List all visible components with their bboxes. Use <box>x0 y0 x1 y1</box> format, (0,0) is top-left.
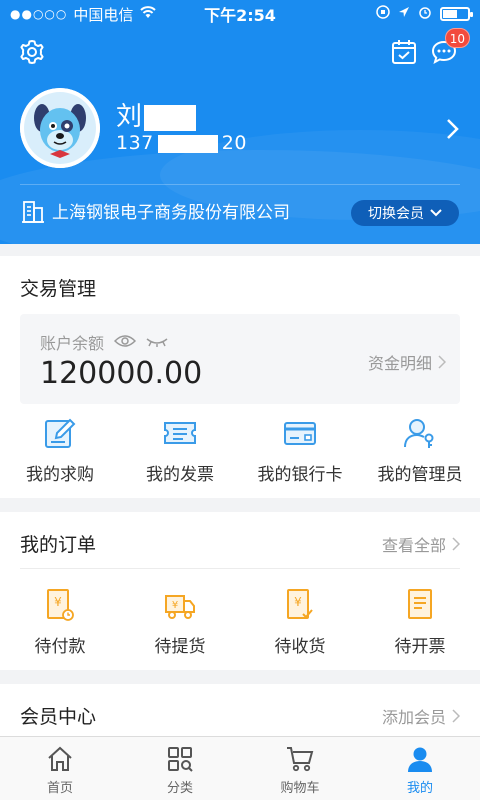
pending-receipt-button[interactable]: ¥ 待收货 <box>240 588 360 657</box>
calendar-check-icon <box>392 40 416 64</box>
switch-member-label: 切换会员 <box>368 206 424 222</box>
tab-cart[interactable]: 购物车 <box>240 737 360 800</box>
dog-avatar-icon <box>20 88 100 168</box>
pay-icon: ¥ <box>47 589 74 621</box>
pending-invoice-button[interactable]: 待开票 <box>360 588 480 657</box>
phone-redaction <box>157 134 218 153</box>
header-divider <box>20 184 460 185</box>
order-status-row: ¥ 待付款 ¥ 待提货 ¥ 待收货 待开票 <box>0 588 480 657</box>
balance-box: 账户余额 120000.00 资金明细 <box>20 314 460 404</box>
my-purchase-button[interactable]: 我的求购 <box>0 416 120 485</box>
balance-label: 账户余额 <box>40 334 105 353</box>
ticket-icon <box>164 422 196 444</box>
user-name-text: 刘 <box>116 102 143 132</box>
profile-detail-button[interactable] <box>446 118 460 144</box>
phone-prefix: 137 <box>116 132 154 154</box>
category-icon <box>168 747 193 772</box>
trade-item-label: 我的发票 <box>146 465 214 485</box>
carrier-name: 中国电信 <box>73 5 134 24</box>
phone-suffix: 20 <box>221 132 247 154</box>
switch-member-button[interactable]: 切换会员 <box>351 200 459 226</box>
trade-management-card: 交易管理 账户余额 120000.00 资金明细 我的求购 我的发票 我的银行卡… <box>0 256 480 498</box>
bank-card-icon <box>284 422 316 445</box>
bottom-tab-bar: 首页 分类 购物车 我的 <box>0 736 480 800</box>
tab-mine[interactable]: 我的 <box>360 737 480 800</box>
location-icon <box>398 6 410 22</box>
user-phone: 137 20 <box>116 132 247 154</box>
trade-item-label: 我的银行卡 <box>257 465 343 485</box>
chevron-right-icon <box>438 355 446 369</box>
notification-badge: 10 <box>444 28 470 48</box>
user-name: 刘 <box>116 96 197 133</box>
alarm-icon <box>418 5 432 23</box>
order-status-label: 待付款 <box>34 637 86 657</box>
tab-label: 分类 <box>166 781 193 796</box>
tab-label: 我的 <box>406 781 433 796</box>
my-invoice-button[interactable]: 我的发票 <box>120 416 240 485</box>
profile-header: ●●○○○ 中国电信 下午2:54 10 刘 137 20 上海钢银电子商务股份… <box>0 0 480 244</box>
balance-label-row: 账户余额 <box>40 330 168 354</box>
member-center-card: 会员中心 添加会员 <box>0 684 480 744</box>
svg-text:¥: ¥ <box>172 600 178 611</box>
order-status-label: 待开票 <box>394 637 446 657</box>
building-icon <box>22 200 44 223</box>
svg-text:¥: ¥ <box>294 595 302 609</box>
add-member-link[interactable]: 添加会员 <box>382 704 460 728</box>
fund-detail-label: 资金明细 <box>367 354 432 373</box>
settings-button[interactable] <box>14 34 50 70</box>
my-bank-card-button[interactable]: 我的银行卡 <box>240 416 360 485</box>
view-all-orders-link[interactable]: 查看全部 <box>382 532 460 556</box>
truck-icon: ¥ <box>165 595 195 619</box>
messages-button[interactable]: 10 <box>426 28 470 70</box>
gear-icon <box>20 40 44 64</box>
orders-divider <box>20 568 460 569</box>
trade-item-label: 我的管理员 <box>377 465 463 485</box>
receive-icon: ¥ <box>287 589 313 619</box>
pending-payment-button[interactable]: ¥ 待付款 <box>0 588 120 657</box>
status-bar: ●●○○○ 中国电信 下午2:54 <box>0 0 480 28</box>
add-member-label: 添加会员 <box>381 708 446 727</box>
tab-label: 首页 <box>46 781 73 796</box>
admin-key-icon <box>404 419 434 448</box>
cart-icon <box>287 747 314 772</box>
chevron-down-icon <box>430 209 442 217</box>
invoice-icon <box>408 589 432 619</box>
chevron-right-icon <box>452 709 460 723</box>
trade-item-label: 我的求购 <box>26 465 94 485</box>
status-time: 下午2:54 <box>204 6 276 25</box>
company-name: 上海钢银电子商务股份有限公司 <box>52 203 290 223</box>
trade-title: 交易管理 <box>20 278 97 300</box>
home-icon <box>48 746 72 771</box>
trade-actions: 我的求购 我的发票 我的银行卡 我的管理员 <box>0 416 480 485</box>
eye-open-icon[interactable] <box>113 333 137 352</box>
name-redaction <box>144 104 197 131</box>
wifi-icon <box>139 5 157 23</box>
user-icon <box>408 747 432 772</box>
svg-text:¥: ¥ <box>54 595 62 609</box>
tab-category[interactable]: 分类 <box>120 737 240 800</box>
calendar-button[interactable] <box>386 34 422 70</box>
chevron-right-icon <box>452 537 460 551</box>
company-row: 上海钢银电子商务股份有限公司 <box>22 198 290 223</box>
view-all-label: 查看全部 <box>381 536 446 555</box>
balance-value: 120000.00 <box>40 356 203 391</box>
order-status-label: 待提货 <box>154 637 206 657</box>
member-title: 会员中心 <box>20 706 97 728</box>
order-status-label: 待收货 <box>274 637 326 657</box>
tab-label: 购物车 <box>280 781 320 796</box>
tab-home[interactable]: 首页 <box>0 737 120 800</box>
edit-icon <box>45 418 76 448</box>
chevron-right-icon <box>447 119 459 139</box>
avatar[interactable] <box>20 88 100 168</box>
signal-strength: ●●○○○ <box>10 7 68 21</box>
pending-pickup-button[interactable]: ¥ 待提货 <box>120 588 240 657</box>
orders-title: 我的订单 <box>20 534 97 556</box>
my-orders-card: 我的订单 查看全部 ¥ 待付款 ¥ 待提货 ¥ 待收货 待开票 <box>0 512 480 670</box>
battery-icon <box>440 7 473 21</box>
fund-detail-link[interactable]: 资金明细 <box>368 350 446 374</box>
eye-closed-icon[interactable] <box>146 333 168 352</box>
rotation-lock-icon <box>376 5 390 23</box>
my-admin-button[interactable]: 我的管理员 <box>360 416 480 485</box>
